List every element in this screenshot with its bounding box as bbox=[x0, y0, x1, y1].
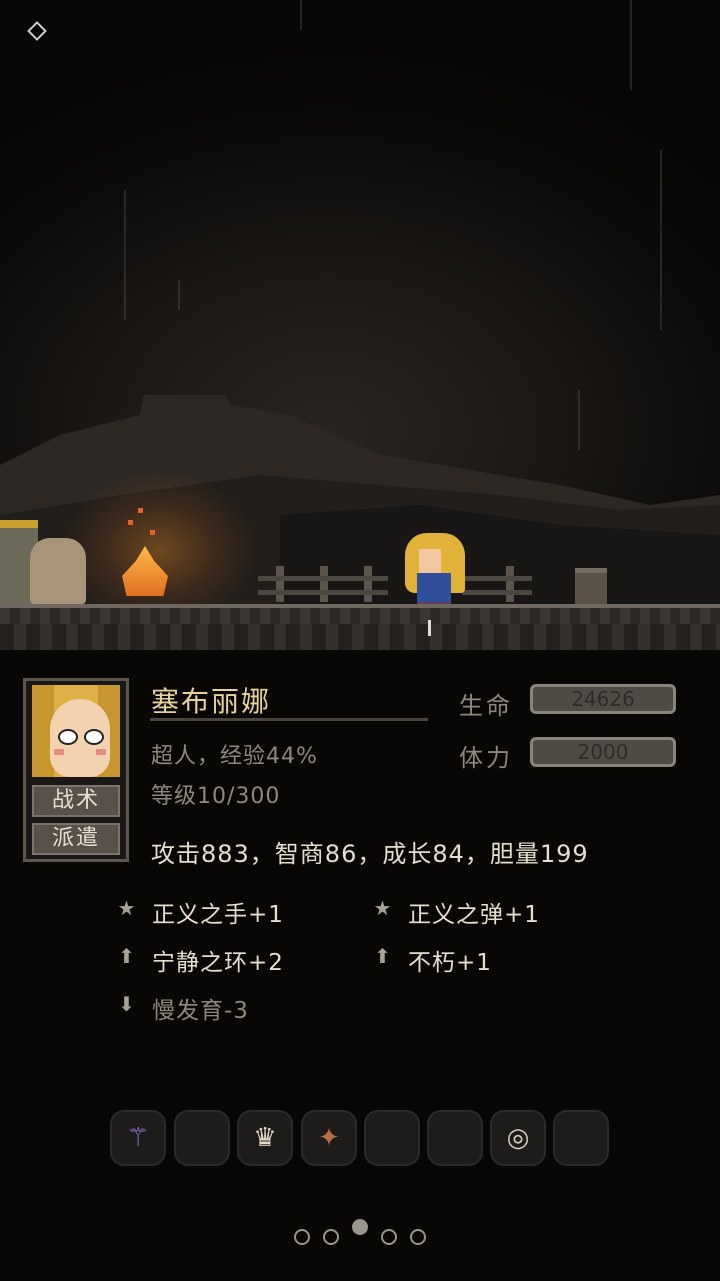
arrow-down-icon: ⬇ bbox=[118, 992, 136, 1016]
level-text: 等级10/300 bbox=[151, 784, 281, 809]
empty-slot-icon bbox=[366, 1112, 418, 1164]
hero-sprite[interactable] bbox=[405, 533, 465, 609]
position-marker bbox=[428, 620, 431, 636]
wooden-fence bbox=[462, 566, 532, 602]
hp-bar: 24626 bbox=[530, 684, 676, 714]
page-dot-active[interactable] bbox=[352, 1219, 368, 1235]
equipment-slot[interactable]: ✦ bbox=[301, 1110, 357, 1166]
trait-item[interactable]: ⬆ 不朽+1 bbox=[374, 943, 492, 977]
equipment-slot[interactable] bbox=[553, 1110, 609, 1166]
trait-item[interactable]: ⬇ 慢发育-3 bbox=[118, 991, 249, 1025]
name-underline bbox=[150, 718, 428, 721]
equipment-slot[interactable] bbox=[364, 1110, 420, 1166]
game-scene bbox=[0, 0, 720, 650]
stamina-label: 体力 bbox=[459, 744, 513, 772]
rain-streak bbox=[178, 280, 180, 310]
trait-item[interactable]: ★ 正义之手+1 bbox=[118, 895, 284, 929]
boot-icon: ✦ bbox=[318, 1123, 340, 1153]
character-portrait bbox=[32, 685, 120, 777]
empty-slot-icon bbox=[555, 1112, 607, 1164]
rain-streak bbox=[300, 0, 302, 30]
arrow-up-icon: ⬆ bbox=[118, 944, 136, 968]
hp-label: 生命 bbox=[459, 692, 513, 720]
rain-streak bbox=[660, 150, 662, 330]
trait-label: 正义之弹+1 bbox=[408, 902, 540, 928]
dispatch-button[interactable]: 派遣 bbox=[32, 823, 120, 855]
fire-spark bbox=[150, 530, 155, 535]
trait-item[interactable]: ⬆ 宁静之环+2 bbox=[118, 943, 284, 977]
stamina-bar: 2000 bbox=[530, 737, 676, 767]
tactics-button[interactable]: 战术 bbox=[32, 785, 120, 817]
trait-item[interactable]: ★ 正义之弹+1 bbox=[374, 895, 540, 929]
rain-streak bbox=[124, 190, 126, 320]
star-icon: ★ bbox=[117, 896, 137, 920]
equipment-slot[interactable]: ◎ bbox=[490, 1110, 546, 1166]
trait-label: 宁静之环+2 bbox=[152, 950, 284, 976]
empty-slot-icon bbox=[429, 1112, 481, 1164]
rain-streak bbox=[630, 0, 632, 90]
equipment-slot[interactable] bbox=[427, 1110, 483, 1166]
trait-label: 不朽+1 bbox=[408, 950, 492, 976]
fire-spark bbox=[128, 520, 133, 525]
attributes-text: 攻击883，智商86，成长84，胆量199 bbox=[151, 840, 589, 868]
equipment-slot[interactable]: ⚚ bbox=[110, 1110, 166, 1166]
equipment-slot[interactable] bbox=[174, 1110, 230, 1166]
equipment-slot[interactable]: ♛ bbox=[237, 1110, 293, 1166]
class-exp-text: 超人，经验44% bbox=[151, 744, 318, 769]
cobblestone-ground bbox=[0, 604, 720, 650]
empty-slot-icon bbox=[176, 1112, 228, 1164]
armor-icon: ♛ bbox=[253, 1123, 277, 1153]
wooden-fence bbox=[258, 566, 388, 602]
stone-pillar bbox=[575, 568, 607, 609]
character-portrait-panel: 战术 派遣 bbox=[23, 678, 129, 862]
npc-companion-sprite[interactable] bbox=[30, 538, 86, 604]
fire-spark bbox=[138, 508, 143, 513]
page-dot[interactable] bbox=[410, 1229, 426, 1245]
star-icon: ★ bbox=[373, 896, 393, 920]
arrow-up-icon: ⬆ bbox=[374, 944, 392, 968]
character-name: 塞布丽娜 bbox=[151, 685, 272, 718]
page-dot[interactable] bbox=[294, 1229, 310, 1245]
trait-label: 慢发育-3 bbox=[152, 998, 249, 1024]
trait-label: 正义之手+1 bbox=[152, 902, 284, 928]
ring-icon: ◎ bbox=[506, 1123, 530, 1153]
staff-icon: ⚚ bbox=[126, 1123, 150, 1153]
page-dot[interactable] bbox=[381, 1229, 397, 1245]
page-dot[interactable] bbox=[323, 1229, 339, 1245]
